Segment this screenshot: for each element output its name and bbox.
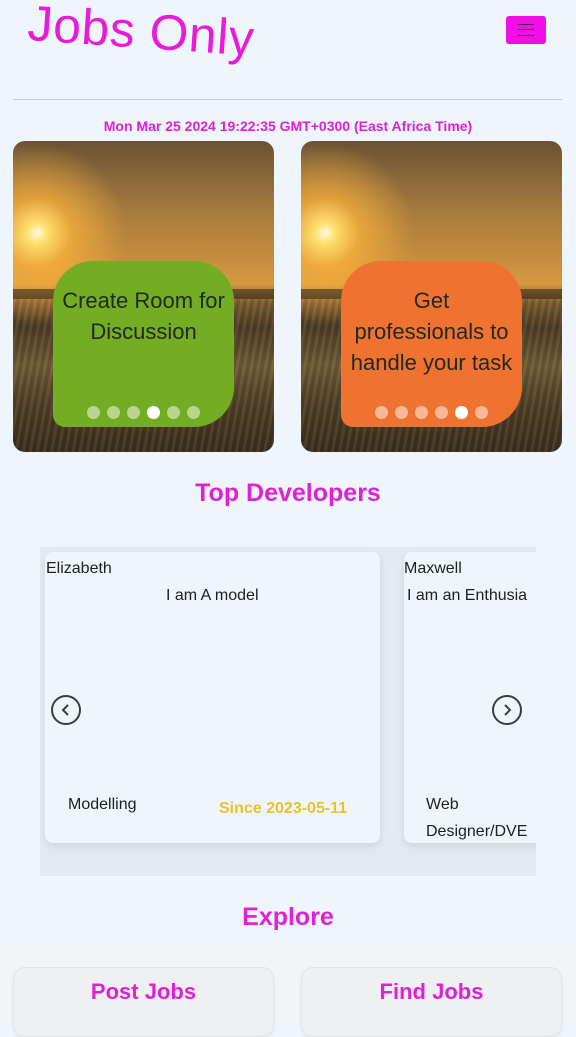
slide-bubble: Create Room for Discussion [53,261,234,427]
carousel-next-button[interactable] [492,695,522,725]
carousel-dot[interactable] [395,406,408,419]
current-datetime: Mon Mar 25 2024 19:22:35 GMT+0300 (East … [103,118,473,134]
carousel-dot[interactable] [475,406,488,419]
developer-bio: I am A model [166,587,259,604]
developer-name: Elizabeth [46,560,112,577]
carousel-dot[interactable] [127,406,140,419]
carousel-dot[interactable] [187,406,200,419]
find-jobs-button[interactable]: Find Jobs [301,967,562,1037]
slide-text: Get professionals to handle your task [350,288,513,375]
carousel-prev-button[interactable] [51,695,81,725]
carousel-dot-active[interactable] [455,406,468,419]
slide-card-discussion[interactable]: Create Room for Discussion [13,141,274,452]
developer-since: Since 2023-05-11 [219,800,348,817]
brand-logo[interactable]: Jobs Only [26,0,256,68]
slide-bubble: Get professionals to handle your task [341,261,522,427]
carousel-dot[interactable] [375,406,388,419]
developer-bio: I am an Enthusia [407,587,528,604]
developer-skill: Web Designer/DVE [426,796,528,840]
carousel-dot[interactable] [415,406,428,419]
header-divider [13,99,562,100]
slide-text: Create Room for Discussion [62,288,225,344]
carousel-dots [341,406,522,419]
carousel-dot[interactable] [107,406,120,419]
developers-carousel[interactable]: Elizabeth I am A model Modelling Since 2… [40,547,536,876]
post-jobs-button[interactable]: Post Jobs [13,967,274,1037]
carousel-dot[interactable] [87,406,100,419]
developer-name: Maxwell [404,560,462,577]
hamburger-icon [518,24,534,36]
chevron-right-icon [504,704,512,716]
top-developers-title: Top Developers [195,479,381,507]
explore-title: Explore [242,903,334,931]
developer-card[interactable]: Elizabeth I am A model Modelling Since 2… [45,552,380,843]
carousel-dot[interactable] [435,406,448,419]
carousel-dot-active[interactable] [147,406,160,419]
carousel-dot[interactable] [167,406,180,419]
developer-skill: Modelling [68,796,137,813]
chevron-left-icon [61,704,69,716]
menu-button[interactable] [506,16,546,44]
slide-card-professionals[interactable]: Get professionals to handle your task [301,141,562,452]
carousel-dots [53,406,234,419]
